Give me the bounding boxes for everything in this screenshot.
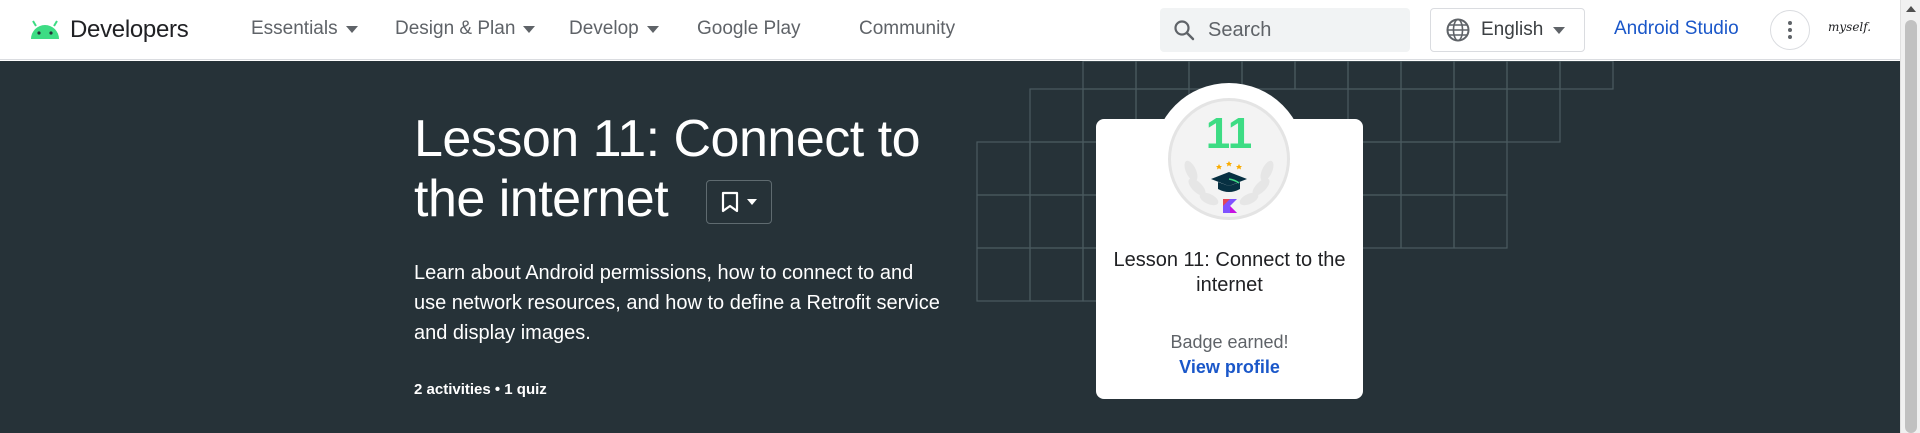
- top-navigation: Developers Essentials Design & Plan Deve…: [0, 0, 1900, 60]
- search-box[interactable]: [1160, 8, 1410, 52]
- scrollbar[interactable]: [1900, 0, 1920, 433]
- page-title: Lesson 11: Connect to the internet: [414, 110, 921, 228]
- bookmark-button[interactable]: [706, 180, 772, 224]
- more-vert-icon[interactable]: [1770, 10, 1810, 50]
- nav-design-plan[interactable]: Design & Plan: [395, 18, 536, 40]
- badge-number: 11: [1205, 109, 1253, 158]
- caret-down-icon: [646, 25, 659, 33]
- avatar[interactable]: myself.: [1828, 20, 1871, 34]
- scroll-up-arrow-icon[interactable]: [1906, 6, 1916, 12]
- badge-title: Lesson 11: Connect to the internet: [1113, 249, 1346, 296]
- android-studio-link[interactable]: Android Studio: [1614, 18, 1739, 40]
- nav-community[interactable]: Community: [859, 18, 955, 40]
- lesson-hero: Lesson 11: Connect to the internet Learn…: [0, 61, 1900, 433]
- nav-label: Google Play: [697, 18, 801, 39]
- nav-label: Essentials: [251, 18, 338, 39]
- graduation-cap-icon: [1211, 161, 1247, 192]
- caret-down-icon: [345, 25, 358, 33]
- language-selector[interactable]: English: [1430, 8, 1585, 52]
- bookmark-icon: [721, 191, 739, 213]
- scroll-thumb[interactable]: [1905, 20, 1917, 433]
- lesson-meta: 2 activities • 1 quiz: [414, 381, 547, 398]
- search-input[interactable]: [1208, 18, 1398, 42]
- caret-down-icon: [1553, 26, 1566, 34]
- search-icon: [1174, 20, 1195, 41]
- nav-label: Develop: [569, 18, 639, 39]
- android-logo-icon: [31, 20, 59, 39]
- kotlin-icon: [1223, 199, 1237, 213]
- nav-google-play[interactable]: Google Play: [697, 18, 801, 40]
- nav-develop[interactable]: Develop: [569, 18, 659, 40]
- caret-down-icon: [523, 25, 536, 33]
- developers-logo[interactable]: Developers: [28, 16, 189, 44]
- caret-down-icon: [747, 199, 757, 205]
- badge-status: Badge earned!: [1170, 332, 1289, 352]
- globe-icon: [1446, 18, 1470, 42]
- view-profile-link[interactable]: View profile: [1096, 357, 1363, 378]
- nav-label: Design & Plan: [395, 18, 516, 39]
- logo-text: Developers: [70, 16, 189, 43]
- nav-label: Community: [859, 18, 956, 39]
- language-label: English: [1481, 19, 1544, 40]
- lesson-description: Learn about Android permissions, how to …: [414, 262, 940, 344]
- nav-essentials[interactable]: Essentials: [251, 18, 358, 40]
